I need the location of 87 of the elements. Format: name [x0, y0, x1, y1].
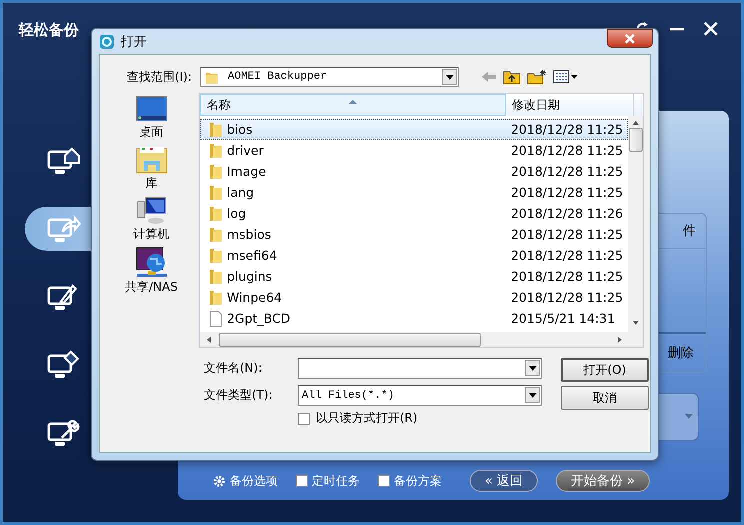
- close-button[interactable]: [607, 29, 653, 48]
- file-row[interactable]: Winpe64 2018/12/28 11:25: [200, 287, 628, 308]
- place-label: 共享/NAS: [125, 279, 178, 296]
- start-backup-button[interactable]: 开始备份 »: [556, 470, 650, 492]
- horizontal-scrollbar[interactable]: [200, 332, 643, 347]
- file-name: log: [227, 206, 248, 221]
- file-row[interactable]: msefi64 2018/12/28 11:25: [200, 245, 628, 266]
- option-label[interactable]: 定时任务: [312, 472, 360, 490]
- folder-icon: [209, 290, 224, 306]
- folder-icon: [209, 164, 224, 180]
- modified-date: 2018/12/28 11:25: [511, 122, 624, 137]
- app-title: 轻松备份: [19, 21, 79, 40]
- folder-icon: [209, 248, 224, 264]
- folder-icon: [209, 226, 224, 242]
- back-button[interactable]: « 返回: [470, 470, 538, 492]
- globe-monitor-icon: [136, 247, 168, 279]
- place-label: 库: [146, 175, 158, 192]
- monitor-house-icon: [47, 146, 81, 176]
- file-row[interactable]: plugins 2018/12/28 11:25: [200, 266, 628, 287]
- folder-icon: [136, 145, 168, 175]
- monitor-eraser-icon: [47, 350, 81, 380]
- file-row[interactable]: log 2018/12/28 11:26: [200, 203, 628, 224]
- new-folder-icon[interactable]: [527, 69, 547, 85]
- file-name-label: 文件名(N):: [204, 360, 264, 377]
- folder-icon: [209, 206, 224, 222]
- file-row[interactable]: bios 2018/12/28 11:25: [200, 119, 628, 140]
- desktop-icon: [136, 96, 168, 124]
- file-name: 2Gpt_BCD: [227, 311, 292, 326]
- file-row[interactable]: msbios 2018/12/28 11:25: [200, 224, 628, 245]
- file-row[interactable]: 2Gpt_BCD 2015/5/21 14:31: [200, 308, 628, 329]
- gear-icon: [213, 474, 226, 488]
- places-item[interactable]: 桌面: [136, 96, 168, 141]
- places-item[interactable]: 库: [136, 145, 168, 192]
- modified-date: 2018/12/28 11:25: [511, 185, 624, 200]
- file-name: bios: [227, 122, 254, 137]
- file-type-label: 文件类型(T):: [204, 387, 274, 404]
- modified-date: 2018/12/28 11:25: [511, 290, 624, 305]
- modified-date: 2018/12/28 11:25: [511, 269, 624, 284]
- places-item[interactable]: 共享/NAS: [125, 247, 178, 296]
- monitor-wrench-icon: [47, 418, 81, 448]
- file-row[interactable]: driver 2018/12/28 11:25: [200, 140, 628, 161]
- file-name: driver: [227, 143, 265, 158]
- column-header: 件: [683, 224, 696, 239]
- monitor-arrow-icon: [47, 214, 81, 244]
- read-only-label[interactable]: 以只读方式打开(R): [316, 410, 418, 427]
- file-name: msefi64: [227, 248, 278, 263]
- delete-link[interactable]: 删除: [668, 346, 694, 361]
- vertical-scrollbar[interactable]: [628, 116, 643, 332]
- view-menu-icon[interactable]: [553, 70, 579, 84]
- look-in-label: 查找范围(I):: [126, 68, 193, 86]
- document-icon: [209, 310, 224, 326]
- modified-date: 2018/12/28 11:25: [511, 164, 624, 179]
- folder-icon: [209, 184, 224, 200]
- cancel-button[interactable]: 取消: [561, 386, 649, 410]
- option-label[interactable]: 备份方案: [394, 472, 442, 490]
- modified-date: 2018/12/28 11:25: [511, 248, 624, 263]
- option-label[interactable]: 备份选项: [230, 472, 278, 490]
- checkbox[interactable]: [378, 475, 390, 487]
- file-name: plugins: [227, 269, 274, 284]
- dialog-title: 打开: [121, 34, 147, 50]
- look-in-dropdown[interactable]: AOMEI Backupper: [200, 67, 459, 87]
- file-name: msbios: [227, 227, 272, 242]
- computer-icon: [136, 196, 168, 226]
- file-name: Image: [227, 164, 268, 179]
- checkbox[interactable]: [298, 412, 310, 424]
- folder-icon: [209, 268, 224, 284]
- open-button[interactable]: 打开(O): [561, 358, 649, 382]
- modified-date: 2015/5/21 14:31: [511, 311, 616, 326]
- column-header[interactable]: 名称: [200, 94, 506, 116]
- folder-up-icon[interactable]: [503, 69, 521, 85]
- folder-icon: [209, 142, 224, 158]
- places-item[interactable]: 计算机: [134, 196, 170, 243]
- app-icon: [99, 34, 115, 50]
- file-row[interactable]: Image 2018/12/28 11:25: [200, 161, 628, 182]
- file-name: Winpe64: [227, 290, 284, 305]
- file-type-dropdown[interactable]: All Files(*.*): [298, 385, 542, 406]
- place-label: 计算机: [134, 226, 170, 243]
- modified-date: 2018/12/28 11:26: [511, 206, 624, 221]
- modified-date: 2018/12/28 11:25: [511, 143, 624, 158]
- close-icon[interactable]: [703, 21, 719, 37]
- file-row[interactable]: lang 2018/12/28 11:25: [200, 182, 628, 203]
- file-name: lang: [227, 185, 256, 200]
- checkbox[interactable]: [296, 475, 308, 487]
- place-label: 桌面: [140, 124, 164, 141]
- file-name-field[interactable]: [298, 358, 542, 379]
- modified-date: 2018/12/28 11:25: [511, 227, 624, 242]
- folder-icon: [209, 122, 224, 138]
